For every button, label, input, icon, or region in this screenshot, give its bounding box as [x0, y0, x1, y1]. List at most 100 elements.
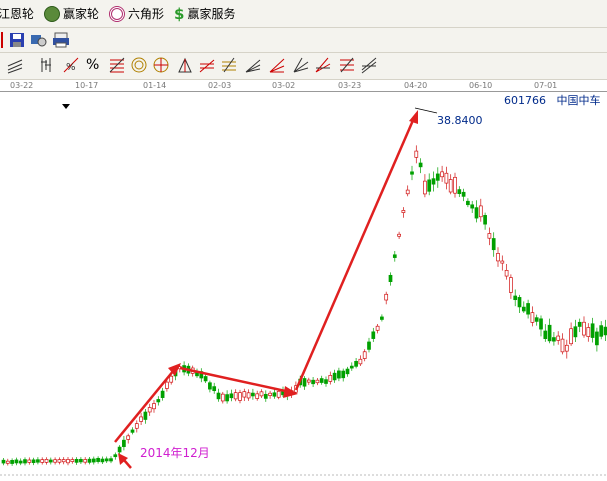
candle-body	[126, 435, 131, 440]
candle-body	[147, 407, 152, 413]
candle-body	[53, 459, 57, 463]
candle-body	[354, 361, 358, 367]
toolbar-file	[0, 28, 607, 53]
candle-body	[577, 321, 582, 327]
candle-body	[599, 325, 604, 337]
parallel-lines-icon[interactable]	[6, 56, 24, 74]
candle-body	[509, 277, 513, 293]
candle-body	[530, 312, 535, 323]
candle-body	[48, 459, 53, 463]
candle-body	[526, 303, 530, 315]
candle-body	[375, 325, 380, 331]
candle-body	[259, 391, 264, 397]
menu-winner-service[interactable]: $ 赢家服务	[174, 5, 235, 23]
candle-body	[40, 459, 45, 463]
candle-body	[311, 379, 315, 385]
candle-body	[229, 393, 234, 399]
candlestick-chart[interactable]	[0, 92, 607, 481]
candle-body	[341, 370, 346, 379]
price-leader-line	[414, 107, 438, 114]
candle-body	[14, 459, 19, 464]
menu-gann-wheel[interactable]: 江恩轮	[0, 5, 34, 22]
candle-body	[573, 326, 578, 338]
arrowheads	[118, 110, 418, 465]
date-label: 01-14	[143, 81, 167, 90]
cycle-line-icon[interactable]	[338, 56, 356, 74]
candle-body	[306, 379, 311, 383]
candle-body	[569, 328, 573, 345]
candle-body	[552, 337, 556, 342]
candle-body	[91, 458, 96, 463]
candle-body	[79, 459, 83, 463]
winner-wheel-icon	[44, 5, 61, 22]
candle-body	[453, 176, 457, 194]
channel-line-icon[interactable]	[360, 56, 378, 74]
candle-body	[246, 392, 251, 399]
menu-winner-wheel[interactable]: 赢家轮	[44, 5, 99, 22]
svg-text:%: %	[66, 62, 76, 73]
candle-body	[242, 391, 247, 398]
candle-body	[203, 376, 208, 382]
candle-body	[233, 392, 238, 400]
candle-body	[590, 323, 595, 338]
gold-section-icon[interactable]	[220, 56, 238, 74]
triangle-tool-icon[interactable]	[198, 56, 216, 74]
candle-body	[388, 274, 393, 282]
save-icon[interactable]	[8, 31, 26, 49]
candle-body	[23, 459, 27, 464]
arrow-tool-icon[interactable]	[176, 56, 194, 74]
settings-icon[interactable]	[30, 31, 48, 49]
candle-body	[276, 390, 281, 398]
fan-line-icon[interactable]	[292, 56, 310, 74]
date-label: 07-01	[534, 81, 558, 90]
bar-tool-icon[interactable]	[38, 56, 56, 74]
percent-line-icon[interactable]: %	[62, 56, 80, 74]
candle-body	[560, 338, 565, 353]
candle-body	[448, 179, 453, 193]
candle-body	[134, 423, 139, 429]
candle-body	[371, 331, 376, 339]
date-axis: 03-22 10-17 01-14 02-03 03-02 03-23 04-2…	[0, 80, 607, 92]
candle-body	[36, 459, 40, 463]
circle-tool-icon[interactable]	[130, 56, 148, 74]
menu-bar: 江恩轮 赢家轮 六角形 $ 赢家服务	[0, 0, 607, 28]
candle-body	[66, 459, 70, 464]
candle-body	[44, 459, 49, 463]
candle-body	[491, 238, 496, 251]
candle-body	[87, 458, 92, 463]
dropdown-marker-icon	[62, 104, 70, 109]
candle-body	[595, 331, 599, 346]
candle-body	[18, 460, 23, 464]
candle-body	[117, 446, 122, 453]
speed-line-icon[interactable]	[244, 56, 262, 74]
candle-body	[582, 321, 586, 336]
candle-body	[504, 270, 509, 277]
candle-body	[319, 378, 324, 383]
candle-body	[543, 330, 548, 339]
angle-line-icon[interactable]	[268, 56, 286, 74]
printer-icon[interactable]	[52, 31, 70, 49]
candle-body	[384, 293, 389, 301]
candle-body	[457, 189, 462, 195]
candle-body	[496, 253, 500, 262]
gann-line-icon[interactable]	[314, 56, 332, 74]
percent-icon[interactable]: %	[86, 56, 104, 74]
fibonacci-icon[interactable]	[108, 56, 126, 74]
candle-body	[109, 458, 113, 462]
candle-body	[255, 393, 260, 399]
candle-body	[96, 457, 100, 462]
candle-body	[345, 368, 350, 375]
gann-fan-icon[interactable]	[152, 56, 170, 74]
date-label: 10-17	[75, 81, 99, 90]
candle-body	[57, 459, 62, 463]
candle-body	[165, 381, 169, 389]
date-annotation: 2014年12月	[140, 446, 210, 460]
menu-hexagon[interactable]: 六角形	[109, 5, 164, 22]
toolbar-drawing: % %	[0, 53, 607, 80]
candle-body	[160, 390, 165, 398]
candle-body	[521, 306, 526, 312]
candle-body	[435, 173, 440, 181]
candle-body	[431, 178, 436, 185]
dollar-icon: $	[174, 4, 185, 23]
menu-label: 六角形	[128, 7, 165, 21]
